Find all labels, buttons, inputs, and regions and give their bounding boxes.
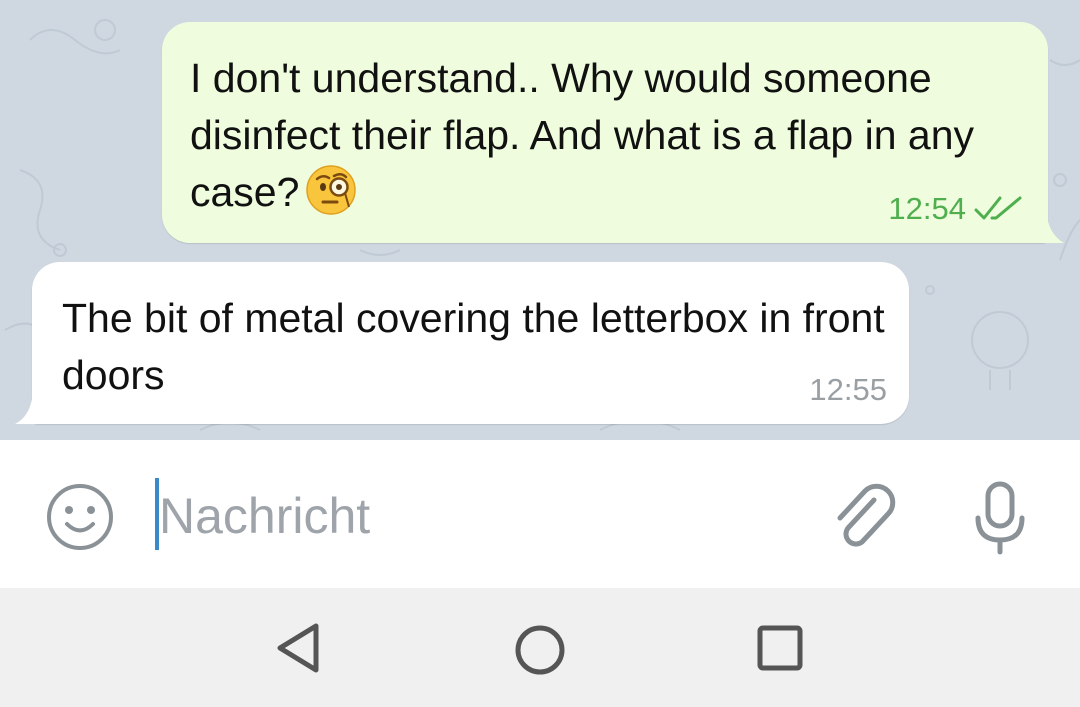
message-input[interactable]: Nachricht — [159, 480, 799, 552]
incoming-message-bubble[interactable]: The bit of metal covering the letterbox … — [32, 262, 909, 424]
outgoing-message-bubble[interactable]: I don't understand.. Why would someone d… — [162, 22, 1048, 243]
recents-square-icon[interactable] — [752, 620, 808, 681]
message-time: 12:55 — [809, 372, 887, 407]
double-check-icon — [974, 196, 1022, 220]
home-circle-icon[interactable] — [510, 620, 570, 685]
microphone-icon[interactable] — [970, 478, 1030, 563]
message-time: 12:54 — [888, 191, 966, 226]
message-text: The bit of metal covering the letterbox … — [62, 295, 885, 398]
message-meta: 12:54 — [888, 191, 1024, 227]
smiley-icon[interactable] — [45, 482, 115, 557]
back-triangle-icon[interactable] — [272, 620, 328, 681]
bubble-tail — [15, 392, 39, 424]
chat-area: I don't understand.. Why would someone d… — [0, 0, 1080, 440]
face-with-monocle-icon — [305, 164, 357, 216]
bubble-tail — [1040, 210, 1064, 243]
paperclip-icon[interactable] — [830, 478, 900, 563]
